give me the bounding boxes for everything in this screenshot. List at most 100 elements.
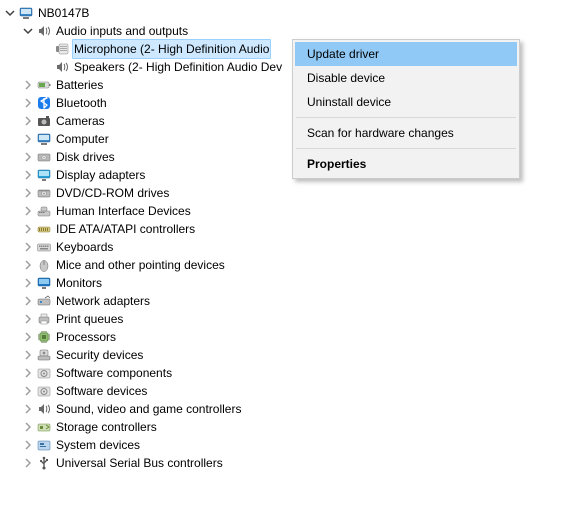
chevron-right-icon[interactable]: [22, 97, 34, 109]
batteries-icon: [36, 77, 52, 93]
display-icon: [36, 167, 52, 183]
tree-item-label: Storage controllers: [56, 418, 157, 436]
chevron-right-icon[interactable]: [22, 151, 34, 163]
hid-icon: [36, 203, 52, 219]
chevron-right-icon[interactable]: [22, 277, 34, 289]
chevron-right-icon[interactable]: [22, 241, 34, 253]
tree-item-label: Speakers (2- High Definition Audio Dev: [74, 58, 282, 76]
tree-item-label: Network adapters: [56, 292, 150, 310]
tree-item-label: Bluetooth: [56, 94, 107, 112]
tree-root-label: NB0147B: [38, 4, 89, 22]
tree-item-label: Microphone (2- High Definition Audio: [72, 39, 271, 59]
monitors-icon: [36, 275, 52, 291]
softcomp-icon: [36, 365, 52, 381]
chevron-right-icon[interactable]: [22, 259, 34, 271]
computer-icon: [36, 131, 52, 147]
keyboards-icon: [36, 239, 52, 255]
disk-icon: [36, 149, 52, 165]
tree-item-hid[interactable]: Human Interface Devices: [4, 202, 562, 220]
network-icon: [36, 293, 52, 309]
tree-item-label: Sound, video and game controllers: [56, 400, 241, 418]
tree-item-audio[interactable]: Audio inputs and outputs: [4, 22, 562, 40]
tree-item-label: Disk drives: [56, 148, 115, 166]
tree-item-softdev[interactable]: Software devices: [4, 382, 562, 400]
tree-item-network[interactable]: Network adapters: [4, 292, 562, 310]
chevron-down-icon[interactable]: [4, 7, 16, 19]
tree-item-label: Processors: [56, 328, 116, 346]
tree-item-label: IDE ATA/ATAPI controllers: [56, 220, 195, 238]
tree-item-ide[interactable]: IDE ATA/ATAPI controllers: [4, 220, 562, 238]
speaker-icon: [54, 59, 70, 75]
tree-item-keyboards[interactable]: Keyboards: [4, 238, 562, 256]
tree-item-system[interactable]: System devices: [4, 436, 562, 454]
chevron-right-icon[interactable]: [22, 421, 34, 433]
chevron-right-icon[interactable]: [22, 403, 34, 415]
menu-uninstall-device[interactable]: Uninstall device: [295, 90, 517, 114]
ide-icon: [36, 221, 52, 237]
chevron-right-icon[interactable]: [22, 205, 34, 217]
tree-item-mice[interactable]: Mice and other pointing devices: [4, 256, 562, 274]
tree-item-label: Batteries: [56, 76, 103, 94]
chevron-right-icon[interactable]: [22, 169, 34, 181]
tree-item-label: Software components: [56, 364, 172, 382]
tree-item-usb[interactable]: Universal Serial Bus controllers: [4, 454, 562, 472]
tree-item-label: Cameras: [56, 112, 105, 130]
menu-update-driver[interactable]: Update driver: [295, 42, 517, 66]
tree-item-label: Monitors: [56, 274, 102, 292]
menu-properties[interactable]: Properties: [295, 152, 517, 176]
menu-scan-hardware[interactable]: Scan for hardware changes: [295, 121, 517, 145]
tree-item-label: Software devices: [56, 382, 147, 400]
tree-root-row[interactable]: NB0147B: [4, 4, 562, 22]
tree-item-dvd[interactable]: DVD/CD-ROM drives: [4, 184, 562, 202]
chevron-right-icon[interactable]: [22, 439, 34, 451]
usb-icon: [36, 455, 52, 471]
chevron-right-icon[interactable]: [22, 187, 34, 199]
chevron-right-icon[interactable]: [22, 457, 34, 469]
speaker-icon: [36, 23, 52, 39]
tree-item-sound[interactable]: Sound, video and game controllers: [4, 400, 562, 418]
chevron-down-icon[interactable]: [22, 25, 34, 37]
tree-item-label: Mice and other pointing devices: [56, 256, 225, 274]
tree-item-processors[interactable]: Processors: [4, 328, 562, 346]
tree-item-label: Audio inputs and outputs: [56, 22, 188, 40]
tree-item-label: Human Interface Devices: [56, 202, 191, 220]
tree-item-label: Keyboards: [56, 238, 113, 256]
security-icon: [36, 347, 52, 363]
softdev-icon: [36, 383, 52, 399]
context-menu: Update driver Disable device Uninstall d…: [292, 39, 520, 179]
system-icon: [36, 437, 52, 453]
tree-item-label: Universal Serial Bus controllers: [56, 454, 223, 472]
tree-item-label: Security devices: [56, 346, 143, 364]
chevron-right-icon[interactable]: [22, 385, 34, 397]
chevron-right-icon[interactable]: [22, 349, 34, 361]
dvd-icon: [36, 185, 52, 201]
menu-disable-device[interactable]: Disable device: [295, 66, 517, 90]
expander-spacer: [40, 43, 52, 55]
bluetooth-icon: [36, 95, 52, 111]
tree-item-security[interactable]: Security devices: [4, 346, 562, 364]
menu-separator: [296, 117, 516, 118]
chevron-right-icon[interactable]: [22, 133, 34, 145]
chevron-right-icon[interactable]: [22, 115, 34, 127]
tree-item-storage[interactable]: Storage controllers: [4, 418, 562, 436]
tree-item-softcomp[interactable]: Software components: [4, 364, 562, 382]
tree-item-label: Print queues: [56, 310, 123, 328]
chevron-right-icon[interactable]: [22, 313, 34, 325]
menu-separator: [296, 148, 516, 149]
tree-item-print[interactable]: Print queues: [4, 310, 562, 328]
tree-item-label: System devices: [56, 436, 140, 454]
print-icon: [36, 311, 52, 327]
chevron-right-icon[interactable]: [22, 79, 34, 91]
chevron-right-icon[interactable]: [22, 331, 34, 343]
sound-icon: [36, 401, 52, 417]
mice-icon: [36, 257, 52, 273]
processors-icon: [36, 329, 52, 345]
cameras-icon: [36, 113, 52, 129]
tree-item-monitors[interactable]: Monitors: [4, 274, 562, 292]
tree-item-label: Computer: [56, 130, 109, 148]
chevron-right-icon[interactable]: [22, 223, 34, 235]
chevron-right-icon[interactable]: [22, 295, 34, 307]
expander-spacer: [40, 61, 52, 73]
chevron-right-icon[interactable]: [22, 367, 34, 379]
tree-item-label: Display adapters: [56, 166, 145, 184]
